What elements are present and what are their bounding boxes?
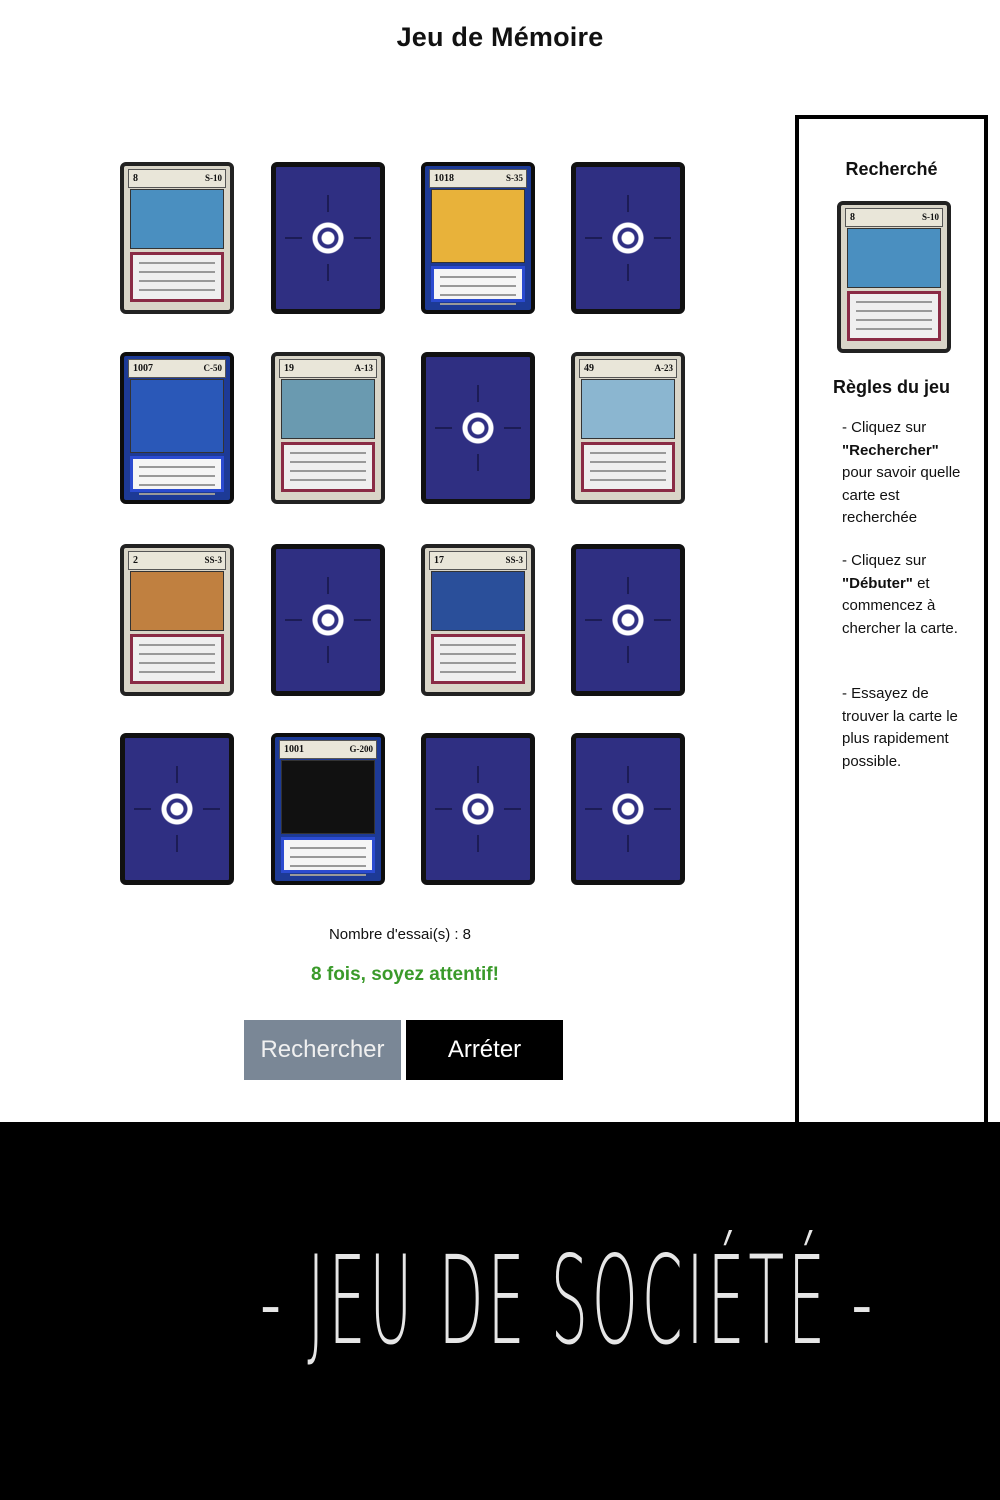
sidebar-panel: Recherché 8 S-10 Règles du jeu - Cliquez …	[795, 115, 988, 1135]
card-back[interactable]	[571, 733, 685, 885]
card-back[interactable]	[120, 733, 234, 885]
card-front[interactable]: 49 A-23	[571, 352, 685, 504]
card-illustration	[281, 760, 375, 834]
target-circle-icon	[602, 594, 654, 646]
card-value: G-200	[349, 744, 374, 754]
status-message: 8 fois, soyez attentif!	[311, 964, 499, 985]
card-back[interactable]	[421, 733, 535, 885]
card-value: S-10	[204, 173, 222, 183]
rule-2-text: - Cliquez sur	[842, 552, 927, 569]
card-number: 1007	[133, 363, 153, 374]
card-header: 1007 C-50	[128, 359, 226, 378]
card-number: 49	[584, 363, 594, 374]
card-number: 1018	[434, 173, 454, 184]
card-front[interactable]: 19 A-13	[271, 352, 385, 504]
rule-2-keyword: "Débuter"	[842, 574, 913, 592]
card-text-box	[130, 634, 224, 684]
card-header: 8 S-10	[128, 169, 226, 188]
card-number: 8	[133, 173, 138, 184]
target-circle-icon	[602, 783, 654, 835]
target-circle-icon	[602, 212, 654, 264]
footer-banner: - JEU DE SOCIÉTÉ -	[0, 1122, 1000, 1500]
card-value: A-13	[354, 363, 374, 373]
target-circle-icon	[302, 212, 354, 264]
card-text-box	[847, 291, 941, 341]
stop-button[interactable]: Arréter	[406, 1020, 563, 1080]
rules-title: Règles du jeu	[832, 377, 951, 397]
card-header: 8 S-10	[845, 208, 943, 227]
target-card-face: 8 S-10	[837, 201, 951, 353]
card-text-box	[130, 252, 224, 302]
rule-1-text: - Cliquez sur	[842, 419, 927, 436]
card-text-box	[581, 442, 675, 492]
card-front[interactable]: 8 S-10	[120, 162, 234, 314]
card-header: 2 SS-3	[128, 551, 226, 570]
card-illustration	[431, 571, 525, 631]
target-circle-icon	[302, 594, 354, 646]
card-grid: 8 S-10 1018 S-35 1007 C-50 19 A-13 49 A-23 2 SS-3 17…	[120, 162, 690, 890]
footer-title: - JEU DE SOCIÉTÉ -	[260, 1230, 877, 1372]
target-circle-icon	[151, 783, 203, 835]
card-front[interactable]: 1007 C-50	[120, 352, 234, 504]
card-number: 8	[850, 212, 855, 223]
card-illustration	[281, 379, 375, 439]
card-illustration	[130, 379, 224, 453]
rule-3: - Essayez de trouver la carte le plus ra…	[842, 685, 958, 770]
card-back[interactable]	[271, 162, 385, 314]
card-illustration	[130, 571, 224, 631]
card-number: 17	[434, 555, 444, 566]
rule-2: - Cliquez sur "Débuter" et commencez à c…	[842, 550, 972, 640]
rule-1-keyword: "Rechercher"	[842, 441, 939, 459]
card-text-box	[281, 442, 375, 492]
card-value: S-10	[921, 212, 939, 222]
card-back[interactable]	[571, 162, 685, 314]
card-value: SS-3	[505, 555, 523, 565]
card-header: 19 A-13	[279, 359, 377, 378]
rule-1-text-end: pour savoir quelle carte est recherchée	[842, 464, 961, 526]
card-value: A-23	[654, 363, 674, 373]
card-value: S-35	[505, 173, 523, 183]
card-back[interactable]	[571, 544, 685, 696]
card-text-box	[281, 837, 375, 876]
card-illustration	[847, 228, 941, 288]
card-header: 1018 S-35	[429, 169, 527, 188]
card-back[interactable]	[421, 352, 535, 504]
card-header: 17 SS-3	[429, 551, 527, 570]
target-card: 8 S-10	[837, 201, 951, 353]
card-front[interactable]: 1018 S-35	[421, 162, 535, 314]
card-number: 2	[133, 555, 138, 566]
card-front[interactable]: 2 SS-3	[120, 544, 234, 696]
card-value: SS-3	[204, 555, 222, 565]
card-illustration	[431, 189, 525, 263]
card-front[interactable]: 1001 G-200	[271, 733, 385, 885]
attempt-counter: Nombre d'essai(s) : 8	[328, 926, 472, 943]
target-circle-icon	[452, 402, 504, 454]
search-title: Recherché	[845, 159, 938, 179]
card-value: C-50	[203, 363, 223, 373]
card-text-box	[431, 634, 525, 684]
search-button[interactable]: Rechercher	[244, 1020, 401, 1080]
card-header: 49 A-23	[579, 359, 677, 378]
card-header: 1001 G-200	[279, 740, 377, 759]
card-back[interactable]	[271, 544, 385, 696]
card-front[interactable]: 17 SS-3	[421, 544, 535, 696]
card-text-box	[130, 456, 224, 495]
card-number: 19	[284, 363, 294, 374]
card-illustration	[581, 379, 675, 439]
card-number: 1001	[284, 744, 304, 755]
page-title: Jeu de Mémoire	[396, 22, 604, 52]
rule-1: - Cliquez sur "Rechercher" pour savoir q…	[842, 417, 972, 530]
target-circle-icon	[452, 783, 504, 835]
card-text-box	[431, 266, 525, 305]
card-illustration	[130, 189, 224, 249]
